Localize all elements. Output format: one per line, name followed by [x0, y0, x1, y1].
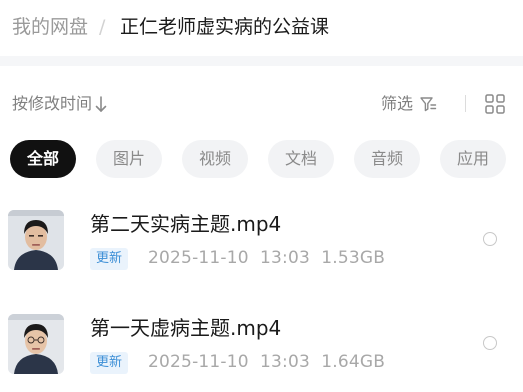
tab-documents[interactable]: 文档: [268, 140, 334, 178]
tab-videos[interactable]: 视频: [182, 140, 248, 178]
select-radio[interactable]: [483, 336, 497, 350]
sort-label: 按修改时间: [12, 94, 93, 113]
tab-all[interactable]: 全部: [10, 140, 76, 178]
header-divider-band: [0, 56, 523, 66]
person-thumbnail-icon: [8, 314, 64, 374]
update-badge: 更新: [90, 248, 129, 270]
person-thumbnail-icon: [8, 210, 64, 270]
category-tabs: 全部 图片 视频 文档 音频 应用: [0, 140, 523, 178]
tab-audio[interactable]: 音频: [354, 140, 420, 178]
funnel-icon: [420, 97, 437, 112]
toolbar-divider: [465, 95, 466, 112]
select-radio[interactable]: [483, 232, 497, 246]
filter-label: 筛选: [381, 94, 414, 113]
filter-button[interactable]: 筛选: [381, 92, 437, 116]
tab-apps[interactable]: 应用: [440, 140, 506, 178]
file-name: 第一天虚病主题.mp4: [90, 316, 282, 340]
grid-view-icon[interactable]: [484, 93, 506, 115]
video-thumbnail: [8, 210, 64, 270]
page-title: 正仁老师虚实病的公益课: [120, 16, 330, 38]
file-time: 13:03: [260, 248, 311, 268]
file-meta: 2025-11-10 13:03 1.53GB: [148, 246, 385, 270]
file-date: 2025-11-10: [148, 352, 249, 372]
file-size: 1.64GB: [321, 352, 386, 372]
breadcrumb-separator: /: [99, 16, 106, 38]
video-thumbnail: [8, 314, 64, 374]
file-size: 1.53GB: [321, 248, 386, 268]
file-date: 2025-11-10: [148, 248, 249, 268]
update-badge: 更新: [90, 352, 129, 374]
breadcrumb-root[interactable]: 我的网盘: [12, 14, 88, 40]
file-row[interactable]: 第一天虚病主题.mp4 更新 2025-11-10 13:03 1.64GB: [0, 302, 523, 392]
file-row[interactable]: 第二天实病主题.mp4 更新 2025-11-10 13:03 1.53GB: [0, 198, 523, 288]
sort-button[interactable]: 按修改时间: [12, 92, 107, 116]
file-meta: 2025-11-10 13:03 1.64GB: [148, 350, 385, 374]
file-name: 第二天实病主题.mp4: [90, 212, 282, 236]
file-time: 13:03: [260, 352, 311, 372]
arrow-down-icon: [95, 96, 107, 112]
header-bar: 我的网盘 / 正仁老师虚实病的公益课: [0, 0, 523, 56]
tab-images[interactable]: 图片: [96, 140, 162, 178]
